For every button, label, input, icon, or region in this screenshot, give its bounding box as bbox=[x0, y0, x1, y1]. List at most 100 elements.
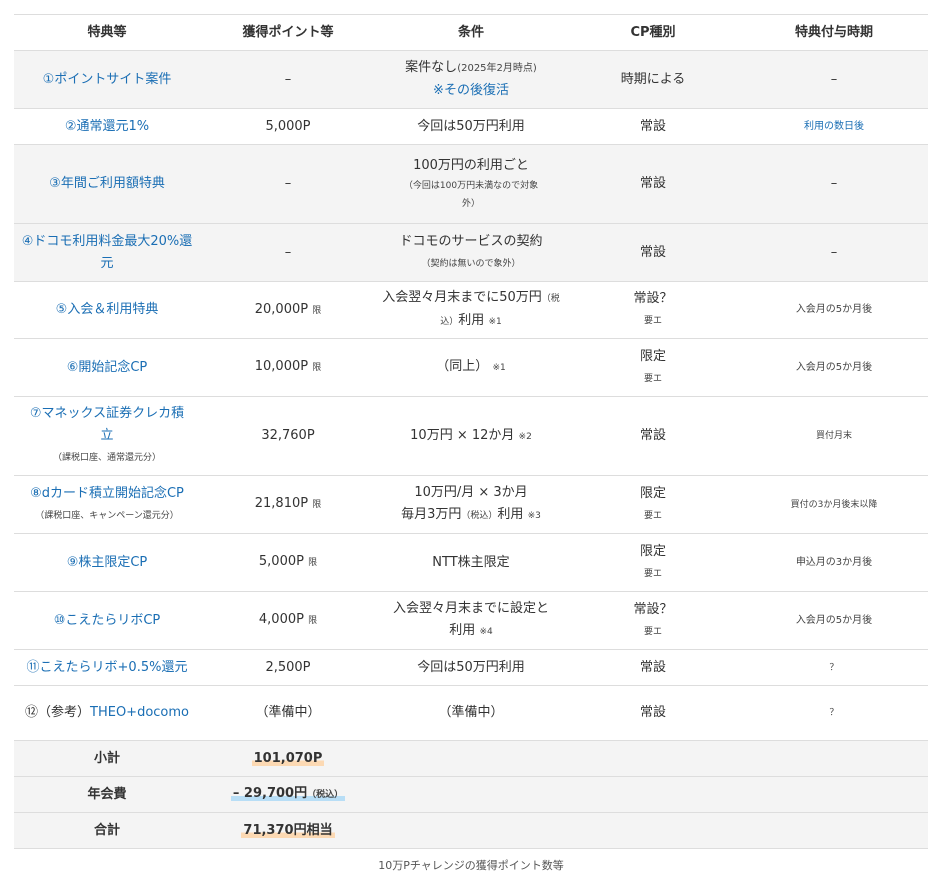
points-cell: 10,000P 限 bbox=[200, 338, 376, 397]
benefit-cell: ⑥開始記念CP bbox=[14, 338, 200, 397]
benefit-cell: ①ポイントサイト案件 bbox=[14, 50, 200, 109]
condition-text: 10万円 × 12か月 bbox=[410, 427, 515, 443]
revival-link[interactable]: ※その後復活 bbox=[433, 83, 509, 98]
tax-note: （税込） bbox=[461, 511, 498, 521]
condition-text-2: 利用 bbox=[449, 623, 476, 638]
footnote-mark: ※2 bbox=[518, 431, 532, 442]
benefit-link[interactable]: ⑩こえたらリボCP bbox=[54, 613, 161, 628]
reference-label: ⑫（参考） bbox=[25, 705, 91, 720]
cp-type: 限定 bbox=[639, 485, 666, 501]
points-value: 10,000P bbox=[254, 359, 309, 374]
cp-type-cell: 常設？ 要エ bbox=[566, 281, 740, 339]
timing-cell: – bbox=[740, 50, 928, 109]
condition-cell: （同上） ※1 bbox=[376, 338, 566, 397]
benefit-link[interactable]: ②通常還元1% bbox=[65, 119, 149, 134]
benefit-link[interactable]: ⑪こえたらリボ+0.5%還元 bbox=[27, 660, 188, 675]
table-row: ①ポイントサイト案件 – 案件なし(2025年2月時点) ※その後復活 時期によ… bbox=[14, 50, 928, 109]
limited-mark: 限 bbox=[308, 558, 318, 568]
annual-fee-row: 年会費 – 29,700円（税込） bbox=[14, 776, 928, 813]
condition-text: （同上） bbox=[436, 359, 489, 374]
condition-text-2: 毎月3万円 bbox=[401, 507, 462, 522]
cp-type-cell: 時期による bbox=[566, 50, 740, 109]
condition-cell: 今回は50万円利用 bbox=[376, 649, 566, 686]
points-cell: – bbox=[200, 223, 376, 282]
points-table: 特典等 獲得ポイント等 条件 CP種別 特典付与時期 ①ポイントサイト案件 – … bbox=[14, 14, 928, 849]
benefit-note: （課税口座、キャンペーン還元分） bbox=[35, 510, 179, 521]
annual-fee-value: – 29,700円（税込） bbox=[230, 786, 346, 801]
condition-text: ドコモのサービスの契約 bbox=[399, 233, 543, 249]
total-row: 合計 71,370円相当 bbox=[14, 812, 928, 849]
entry-required: 要エ bbox=[643, 626, 662, 637]
points-cell: 32,760P bbox=[200, 396, 376, 476]
cp-type: 常設？ bbox=[633, 291, 673, 306]
benefit-cell: ⑩こえたらリボCP bbox=[14, 591, 200, 650]
footnote-mark: ※1 bbox=[488, 317, 502, 327]
cp-type-cell: 常設 bbox=[566, 108, 740, 145]
table-row: ④ドコモ利用料金最大20%還元 – ドコモのサービスの契約 （契約は無いので象外… bbox=[14, 223, 928, 282]
cp-type-cell: 限定 要エ bbox=[566, 475, 740, 534]
condition-text: 10万円/月 × 3か月 bbox=[414, 485, 528, 500]
benefit-link[interactable]: ⑥開始記念CP bbox=[67, 360, 148, 375]
benefit-link[interactable]: ③年間ご利用額特典 bbox=[49, 176, 165, 191]
benefit-link[interactable]: ①ポイントサイト案件 bbox=[43, 72, 172, 87]
points-cell: （準備中） bbox=[200, 685, 376, 741]
header-points: 獲得ポイント等 bbox=[200, 14, 376, 51]
table-row: ②通常還元1% 5,000P 今回は50万円利用 常設 利用の数日後 bbox=[14, 108, 928, 145]
entry-required: 要エ bbox=[643, 316, 662, 326]
cp-type: 限定 bbox=[639, 348, 666, 364]
points-cell: 5,000P bbox=[200, 108, 376, 145]
timing-link[interactable]: 利用の数日後 bbox=[804, 121, 864, 132]
limited-mark: 限 bbox=[312, 305, 322, 316]
condition-cell: 入会翌々月末までに50万円（税込）利用 ※1 bbox=[376, 281, 566, 339]
table-row: ③年間ご利用額特典 – 100万円の利用ごと （今回は100万円未満なので対象外… bbox=[14, 144, 928, 224]
benefit-link[interactable]: ⑤入会＆利用特典 bbox=[56, 302, 159, 317]
condition-cell: 案件なし(2025年2月時点) ※その後復活 bbox=[376, 50, 566, 109]
benefit-link[interactable]: THEO+docomo bbox=[90, 705, 189, 720]
condition-cell: （準備中） bbox=[376, 685, 566, 741]
table-row: ⑤入会＆利用特典 20,000P 限 入会翌々月末までに50万円（税込）利用 ※… bbox=[14, 281, 928, 339]
points-cell: – bbox=[200, 144, 376, 224]
entry-required: 要エ bbox=[643, 373, 662, 384]
timing-cell: – bbox=[740, 144, 928, 224]
header-condition: 条件 bbox=[376, 14, 566, 51]
table-row: ⑧dカード積立開始記念CP （課税口座、キャンペーン還元分） 21,810P 限… bbox=[14, 475, 928, 534]
benefit-link[interactable]: ⑨株主限定CP bbox=[67, 555, 148, 570]
condition-note: (2025年2月時点) bbox=[457, 63, 537, 74]
cp-type: 限定 bbox=[639, 543, 666, 559]
timing-cell: 買付月末 bbox=[740, 396, 928, 476]
condition-cell: 入会翌々月末までに設定と 利用 ※4 bbox=[376, 591, 566, 650]
entry-required: 要エ bbox=[643, 510, 662, 521]
points-value: 21,810P bbox=[254, 496, 309, 511]
points-cell: 20,000P 限 bbox=[200, 281, 376, 339]
table-row: ⑩こえたらリボCP 4,000P 限 入会翌々月末までに設定と 利用 ※4 常設… bbox=[14, 591, 928, 650]
benefit-cell: ⑧dカード積立開始記念CP （課税口座、キャンペーン還元分） bbox=[14, 475, 200, 534]
cp-type-cell: 常設 bbox=[566, 685, 740, 741]
condition-cell: NTT株主限定 bbox=[376, 533, 566, 592]
cp-type-cell: 常設 bbox=[566, 396, 740, 476]
footnote-mark: ※1 bbox=[492, 363, 506, 373]
benefit-cell: ⑫（参考）THEO+docomo bbox=[14, 685, 200, 741]
benefit-link[interactable]: ⑧dカード積立開始記念CP bbox=[20, 483, 194, 505]
footnote-mark: ※3 bbox=[527, 511, 541, 521]
benefit-link[interactable]: ④ドコモ利用料金最大20%還元 bbox=[22, 234, 193, 271]
footnote-mark: ※4 bbox=[479, 627, 493, 637]
points-cell: – bbox=[200, 50, 376, 109]
timing-cell: 入会月の5か月後 bbox=[740, 281, 928, 339]
annual-fee-label: 年会費 bbox=[14, 776, 200, 813]
limited-mark: 限 bbox=[312, 500, 322, 510]
points-value: 5,000P bbox=[258, 554, 304, 569]
benefit-cell: ⑦マネックス証券クレカ積立 （課税口座、通常還元分） bbox=[14, 396, 200, 476]
total-label: 合計 bbox=[14, 812, 200, 849]
cp-type-cell: 常設？ 要エ bbox=[566, 591, 740, 650]
benefit-link[interactable]: ⑦マネックス証券クレカ積立 bbox=[20, 403, 194, 447]
timing-cell: ？ bbox=[740, 685, 928, 741]
header-grant-timing: 特典付与時期 bbox=[740, 14, 928, 51]
subtotal-label: 小計 bbox=[14, 740, 200, 777]
subtotal-value: 101,070P bbox=[251, 750, 325, 766]
condition-cell: 10万円/月 × 3か月 毎月3万円（税込）利用 ※3 bbox=[376, 475, 566, 534]
cp-type-cell: 限定 要エ bbox=[566, 533, 740, 592]
total-value: 71,370円相当 bbox=[241, 822, 335, 838]
condition-cell: 今回は50万円利用 bbox=[376, 108, 566, 145]
cp-type-cell: 限定 要エ bbox=[566, 338, 740, 397]
points-value: 4,000P bbox=[258, 612, 304, 627]
